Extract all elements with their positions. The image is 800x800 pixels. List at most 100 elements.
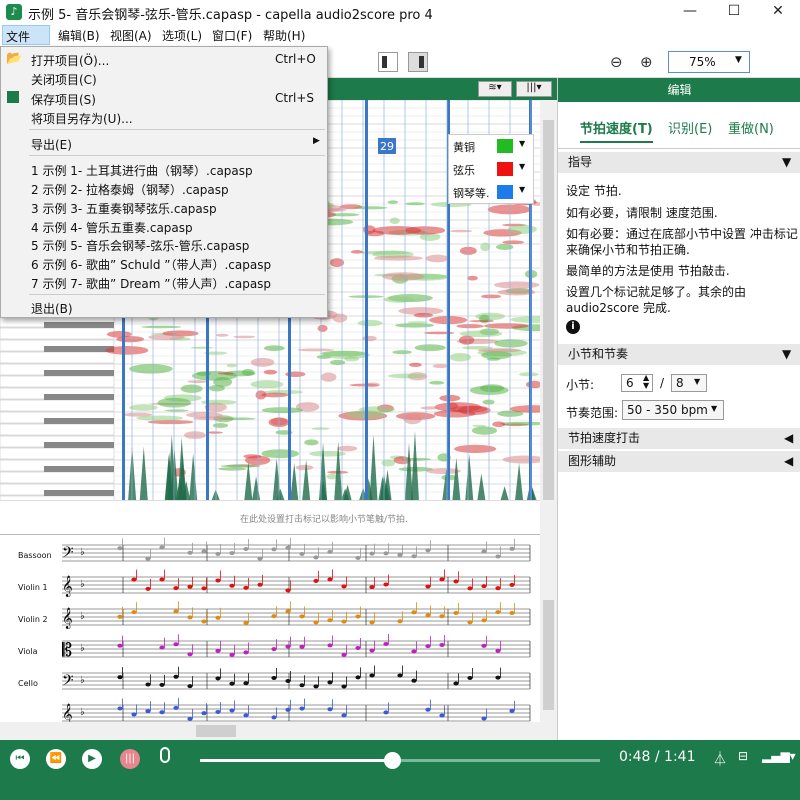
wave-view-icon[interactable]: ≋▾ [478, 81, 512, 97]
denominator-select[interactable]: 8 ▼ [671, 374, 707, 392]
menu-edit[interactable]: 编辑(B) [58, 27, 100, 44]
piano-key [0, 327, 115, 340]
playback-mode-icon[interactable]: ⊟ [738, 749, 748, 763]
tap-section[interactable]: 节拍速度打击 ◀ [558, 428, 800, 449]
spectro-blob [414, 344, 446, 352]
note [425, 613, 431, 618]
instrument-label: Violin 1 [18, 583, 48, 592]
menu-save-as[interactable]: 将项目另存为(U)... [31, 110, 133, 127]
note [411, 554, 417, 559]
spectro-blob [261, 392, 289, 398]
piano-key [0, 351, 115, 364]
scroll-thumb[interactable] [543, 120, 554, 500]
menu-recent-1[interactable]: 1 示例 1- 土耳其进行曲（钢琴）.capasp [31, 162, 253, 179]
record-icon[interactable]: ||| [120, 749, 140, 769]
volume-icon[interactable]: ▂▄▆▾ [762, 749, 796, 763]
note [299, 683, 305, 688]
spectro-blob [432, 364, 449, 369]
note [187, 584, 193, 589]
instrument-label: Cello [18, 679, 38, 688]
menu-save[interactable]: 保存项目(S) [31, 91, 96, 108]
measure-section[interactable]: 小节和节奏 ▼ [558, 344, 800, 365]
instrument-label: Bassoon [18, 551, 52, 560]
menu-export[interactable]: 导出(E) [31, 136, 72, 153]
spectro-blob [494, 281, 540, 289]
minimize-button[interactable]: — [668, 0, 712, 24]
mouse-icon[interactable] [160, 747, 170, 763]
rewind-icon[interactable]: ⏪ [46, 749, 66, 769]
guide-section[interactable]: 指导 ▼ [558, 152, 800, 173]
zoom-select[interactable]: 75% ▼ [668, 51, 750, 73]
spectro-blob [387, 200, 399, 204]
submenu-arrow-icon: ▶ [313, 136, 320, 146]
menu-recent-3[interactable]: 3 示例 3- 五重奏钢琴弦乐.capasp [31, 200, 217, 217]
shortcut-save: Ctrl+S [275, 91, 315, 105]
menu-recent-7[interactable]: 7 示例 7- 歌曲” Dream ”（带人声）.capasp [31, 275, 271, 292]
spectro-blob [495, 243, 514, 251]
note [383, 710, 389, 715]
close-button[interactable]: ✕ [756, 0, 800, 24]
note [187, 716, 193, 721]
horizontal-scrollbar[interactable] [0, 722, 540, 740]
note [453, 579, 459, 584]
note [159, 577, 165, 582]
layout-left-icon[interactable] [378, 52, 398, 72]
note [369, 648, 375, 653]
play-icon[interactable]: ▶ [82, 749, 102, 769]
legend-swatch-piano[interactable] [497, 185, 513, 199]
spinner-arrows-icon[interactable]: ▲ ▼ [643, 374, 649, 390]
maximize-button[interactable]: ☐ [712, 0, 756, 24]
menu-help[interactable]: 帮助(H) [263, 27, 305, 44]
menu-window[interactable]: 窗口(F) [212, 27, 252, 44]
title-bar: ♪ 示例 5- 音乐会钢琴-弦乐-管乐.capasp - capella aud… [0, 0, 800, 24]
zoom-in-icon[interactable]: ⊕ [640, 53, 653, 71]
note [369, 620, 375, 625]
layout-right-icon[interactable] [408, 52, 428, 72]
tap-marker-area[interactable]: 在此处设置打击标记以影响小节笔触/节拍. [0, 500, 540, 534]
skip-start-icon[interactable]: ⏮ [10, 749, 30, 769]
spectro-blob [226, 363, 237, 368]
menu-view[interactable]: 视图(A) [110, 27, 152, 44]
note [159, 545, 165, 550]
bars-view-icon[interactable]: |||▾ [516, 81, 552, 97]
note [355, 645, 361, 650]
guide-line: 如有必要，请限制 速度范围. [566, 206, 718, 220]
score-view[interactable]: 𝄢 ♭ 𝄞 ♭ 𝄞 ♭ 𝄡 ♭ 𝄢 ♭ 𝄞 ♭ Bassoon Violin 1 Violin 2 V… [0, 534, 540, 740]
info-icon[interactable]: i [566, 320, 580, 334]
menu-file[interactable]: 文件(D) [2, 25, 50, 59]
menu-recent-5[interactable]: 5 示例 5- 音乐会钢琴-弦乐-管乐.capasp [31, 237, 249, 254]
scroll-thumb[interactable] [196, 725, 236, 737]
zoom-out-icon[interactable]: ⊖ [610, 53, 623, 71]
guide-line: audio2score 完成. [566, 301, 671, 315]
chevron-down-icon[interactable]: ▼ [519, 139, 525, 148]
vertical-scrollbar[interactable] [540, 100, 557, 740]
tab-redo[interactable]: 重做(N) [728, 118, 774, 137]
guide-line: 设定 节拍. [566, 184, 622, 198]
menu-recent-4[interactable]: 4 示例 4- 管乐五重奏.capasp [31, 219, 193, 236]
tempo-range-select[interactable]: 50 - 350 bpm ▼ [622, 400, 724, 420]
tempo-label: 节奏范围: [566, 406, 619, 420]
tab-tempo[interactable]: 节拍速度(T) [580, 118, 653, 143]
key-signature: ♭ [80, 675, 85, 686]
progress-handle[interactable] [384, 752, 401, 769]
scroll-thumb[interactable] [543, 600, 554, 710]
note [215, 709, 221, 714]
note [495, 586, 501, 591]
legend-swatch-strings[interactable] [497, 162, 513, 176]
numerator-spinner[interactable]: 6 ▲ ▼ [621, 374, 653, 392]
menu-open[interactable]: 打开项目(Ö)... [31, 52, 109, 69]
note [285, 588, 291, 593]
graphic-section[interactable]: 图形辅助 ◀ [558, 451, 800, 472]
legend-swatch-brass[interactable] [497, 139, 513, 153]
menu-exit[interactable]: 退出(B) [31, 300, 73, 317]
chevron-down-icon[interactable]: ▼ [519, 162, 525, 171]
spectro-blob [217, 372, 234, 375]
spectro-blob [326, 473, 338, 480]
metronome-icon[interactable]: ⏃ [713, 749, 727, 769]
menu-recent-6[interactable]: 6 示例 6- 歌曲” Schuld ”（带人声）.capasp [31, 256, 271, 273]
menu-close[interactable]: 关闭项目(C) [31, 71, 97, 88]
chevron-down-icon[interactable]: ▼ [519, 185, 525, 194]
menu-options[interactable]: 选项(L) [162, 27, 202, 44]
menu-recent-2[interactable]: 2 示例 2- 拉格泰姆（钢琴）.capasp [31, 181, 229, 198]
tab-recognize[interactable]: 识别(E) [668, 118, 712, 137]
